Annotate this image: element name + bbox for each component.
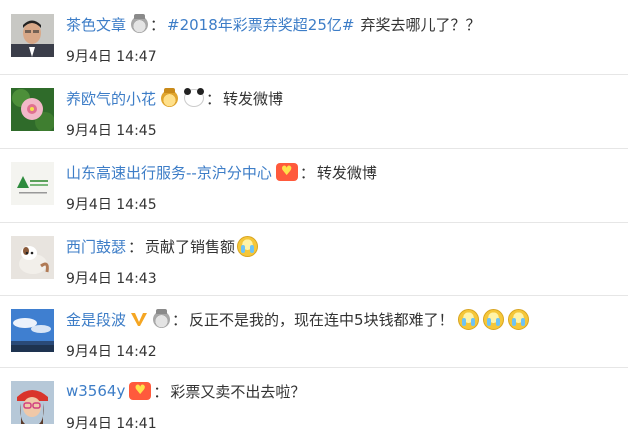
avatar[interactable]	[11, 309, 54, 352]
gold-medal-icon[interactable]	[161, 87, 179, 107]
comment-time: 9月4日 14:41	[66, 416, 157, 432]
username-link[interactable]: 西门鼓瑟	[66, 236, 126, 257]
username-link[interactable]: w3564y	[66, 382, 125, 400]
comment-time: 9月4日 14:43	[66, 271, 157, 287]
avatar[interactable]	[11, 88, 54, 131]
username-link[interactable]: 养欧气的小花	[66, 88, 156, 109]
comment-item: 西门鼓瑟 ： 贡献了销售额 9月4日 14:43	[0, 223, 628, 295]
panda-icon[interactable]	[184, 88, 205, 107]
comment-text: 彩票又卖不出去啦？	[170, 382, 306, 401]
username-link[interactable]: 山东高速出行服务--京沪分中心	[66, 162, 272, 183]
avatar[interactable]	[11, 14, 54, 57]
vip-v-icon[interactable]	[130, 311, 148, 327]
crying-emoji-icon	[507, 308, 529, 330]
topic-link[interactable]: #2018年彩票弃奖超25亿#	[167, 14, 354, 35]
comment-time: 9月4日 14:45	[66, 197, 157, 213]
heart-badge-icon[interactable]	[129, 382, 152, 400]
avatar[interactable]	[11, 236, 54, 279]
username-link[interactable]: 金是段波	[66, 309, 126, 330]
avatar[interactable]	[11, 162, 54, 205]
comment-time: 9月4日 14:42	[66, 344, 157, 360]
comment-list: 茶色文章 ： #2018年彩票弃奖超25亿# 弃奖去哪儿了？？ 9月4日 14:…	[0, 0, 628, 439]
avatar[interactable]	[11, 381, 54, 424]
comment-item: 金是段波 ： 反正不是我的，现在连中5块钱都难了！ 9月4日 14:42	[0, 296, 628, 367]
comment-time: 9月4日 14:45	[66, 123, 157, 139]
comment-text: 贡献了销售额	[145, 237, 236, 256]
emoji-group	[456, 308, 529, 330]
comment-item: 养欧气的小花 ： 转发微博 9月4日 14:45	[0, 75, 628, 148]
comment-item: 茶色文章 ： #2018年彩票弃奖超25亿# 弃奖去哪儿了？？ 9月4日 14:…	[0, 0, 628, 74]
comment-text: 弃奖去哪儿了？？	[360, 15, 481, 34]
username-link[interactable]: 茶色文章	[66, 14, 126, 35]
comment-item: 山东高速出行服务--京沪分中心 ： 转发微博 9月4日 14:45	[0, 149, 628, 222]
silver-medal-icon[interactable]	[153, 308, 171, 328]
silver-medal-icon[interactable]	[131, 13, 149, 33]
comment-item: w3564y ： 彩票又卖不出去啦？ 9月4日 14:41	[0, 368, 628, 439]
crying-emoji-icon	[482, 308, 504, 330]
comment-text: 转发微博	[316, 163, 377, 182]
crying-emoji-icon	[237, 235, 259, 257]
crying-emoji-icon	[457, 308, 479, 330]
comment-text: 反正不是我的，现在连中5块钱都难了！	[189, 310, 454, 329]
heart-badge-icon[interactable]	[275, 163, 298, 181]
comment-text: 转发微博	[223, 89, 284, 108]
comment-time: 9月4日 14:47	[66, 49, 157, 65]
